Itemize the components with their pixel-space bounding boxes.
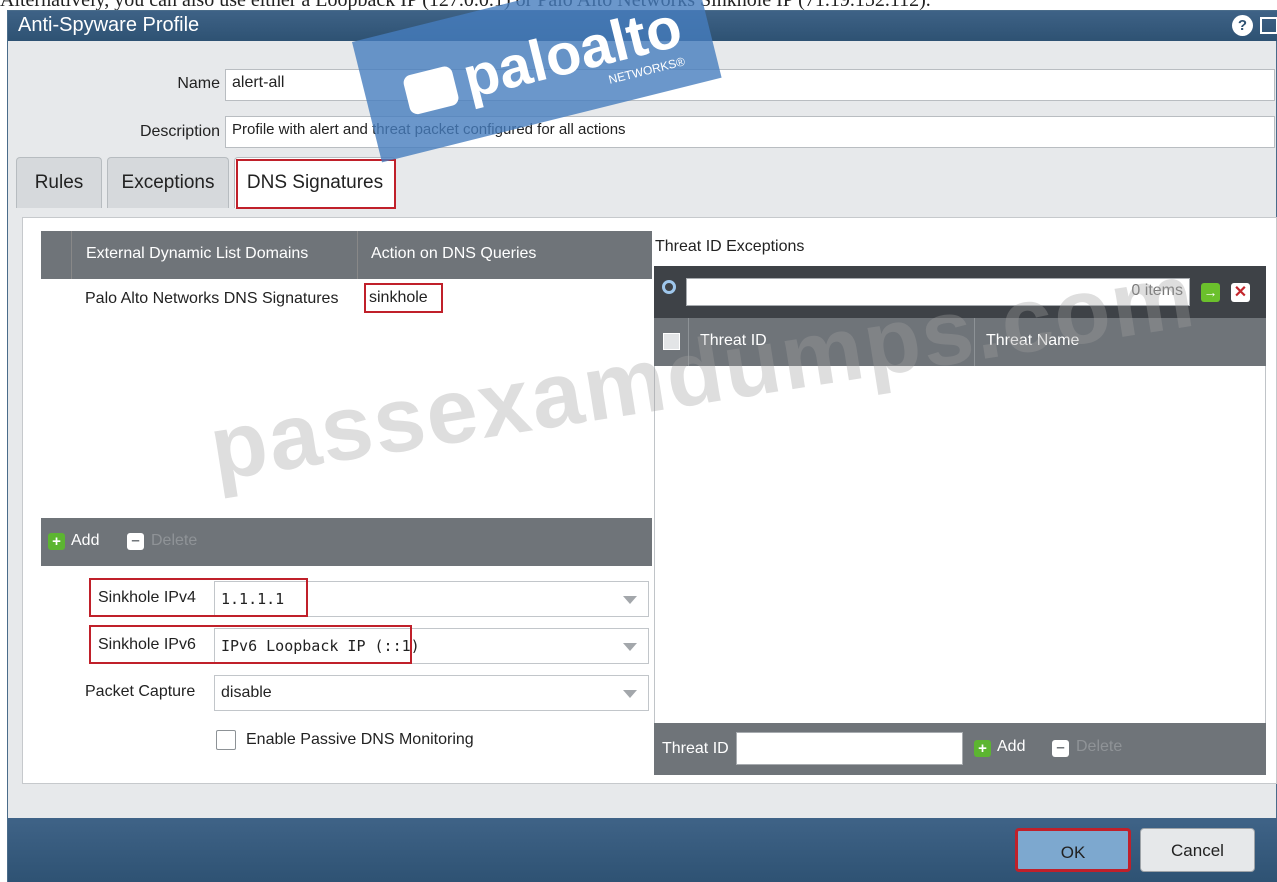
threat-exceptions-toolbar: Threat ID + Add – Delete [654, 723, 1266, 775]
clear-filter-icon[interactable]: ✕ [1231, 283, 1250, 302]
paloalto-logo-icon [401, 64, 461, 116]
delete-button[interactable]: Delete [151, 532, 197, 550]
go-arrow-icon[interactable]: → [1201, 283, 1220, 302]
chevron-down-icon[interactable] [623, 596, 637, 604]
search-icon [662, 280, 676, 294]
dns-row-domain[interactable]: Palo Alto Networks DNS Signatures [85, 290, 338, 308]
sinkhole-ipv6-highlight [89, 625, 412, 664]
passive-dns-label: Enable Passive DNS Monitoring [246, 731, 474, 748]
dns-row-action[interactable]: sinkhole [364, 283, 443, 313]
threat-id-input[interactable] [736, 732, 963, 765]
dns-table-toolbar: + Add – Delete [41, 518, 652, 566]
tab-exceptions[interactable]: Exceptions [107, 157, 229, 208]
packet-capture-select[interactable]: disable [214, 675, 649, 711]
threat-exceptions-title: Threat ID Exceptions [655, 238, 805, 255]
passive-dns-checkbox[interactable] [216, 730, 236, 750]
cancel-button[interactable]: Cancel [1140, 828, 1255, 872]
sinkhole-ipv4-highlight [89, 578, 308, 617]
anti-spyware-profile-dialog: Anti-Spyware Profile ? Name alert-all De… [7, 10, 1277, 882]
threat-delete-button[interactable]: Delete [1076, 738, 1122, 756]
add-icon: + [974, 740, 991, 757]
add-icon: + [48, 533, 65, 550]
tab-highlight-box [236, 159, 396, 209]
threat-add-button[interactable]: Add [997, 738, 1025, 756]
maximize-icon[interactable] [1260, 17, 1277, 34]
add-button[interactable]: Add [71, 532, 99, 550]
ok-button[interactable]: OK [1015, 828, 1131, 872]
threat-id-label: Threat ID [662, 740, 729, 757]
column-header-action[interactable]: Action on DNS Queries [371, 245, 536, 263]
help-icon[interactable]: ? [1232, 15, 1253, 36]
chevron-down-icon[interactable] [623, 643, 637, 651]
delete-icon: – [127, 533, 144, 550]
dialog-footer: OK Cancel [8, 818, 1277, 882]
description-label: Description [139, 123, 220, 140]
packet-capture-label: Packet Capture [85, 683, 196, 700]
dialog-title: Anti-Spyware Profile [18, 14, 200, 36]
dns-table-header: External Dynamic List Domains Action on … [41, 231, 652, 279]
chevron-down-icon[interactable] [623, 690, 637, 698]
delete-icon: – [1052, 740, 1069, 757]
column-header-edl-domains[interactable]: External Dynamic List Domains [86, 245, 308, 263]
name-label: Name [177, 75, 220, 92]
tab-rules[interactable]: Rules [16, 157, 102, 208]
